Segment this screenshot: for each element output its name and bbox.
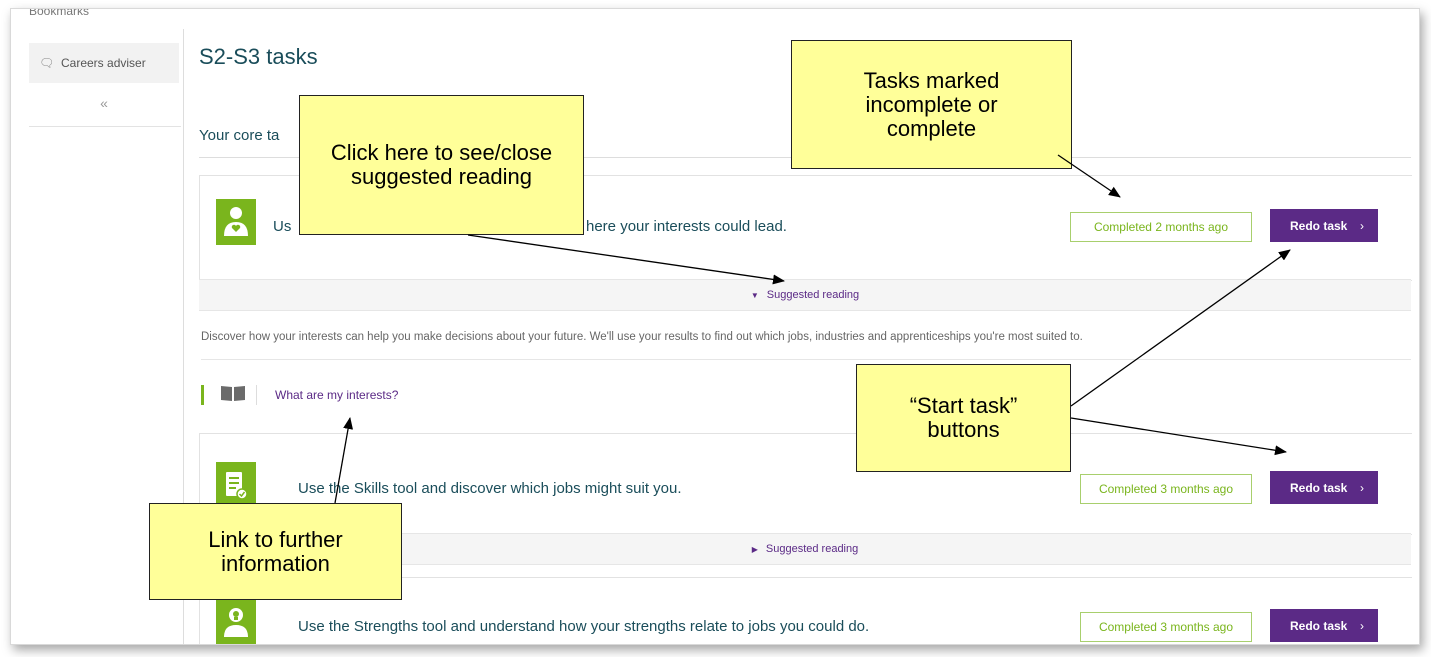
arrow-to-redo-2	[1070, 417, 1287, 456]
arrow-to-redo-1	[1070, 249, 1291, 407]
annotation-arrows	[334, 154, 1291, 504]
arrow-to-status	[1057, 154, 1121, 198]
arrow-to-suggested-reading	[467, 234, 785, 285]
arrow-to-interests-link	[334, 417, 354, 504]
